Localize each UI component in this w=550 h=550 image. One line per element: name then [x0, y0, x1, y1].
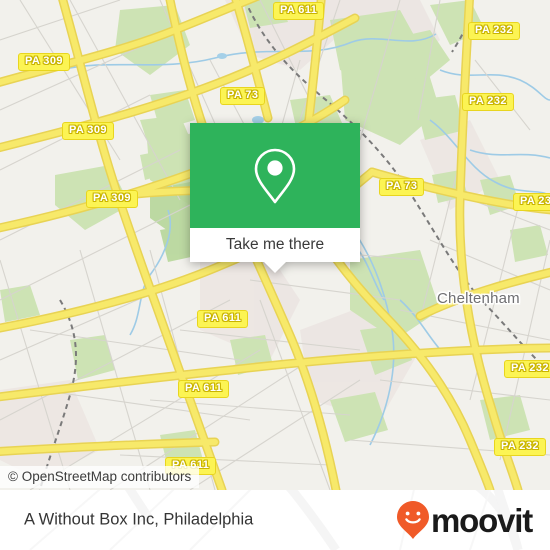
road-shield: PA 309 — [62, 122, 114, 140]
map-canvas[interactable]: PA 309 PA 309 PA 309 PA 73 PA 73 PA 611 … — [0, 0, 550, 490]
road-shield: PA 611 — [273, 2, 325, 20]
moovit-wordmark: moovit — [431, 501, 533, 539]
road-shield: PA 232 — [462, 93, 514, 111]
location-popup[interactable]: Take me there — [190, 123, 360, 273]
road-shield: PA 232 — [468, 22, 520, 40]
road-shield: PA 309 — [18, 53, 70, 71]
moovit-logo[interactable]: moovit — [396, 500, 533, 540]
take-me-there-button[interactable]: Take me there — [190, 228, 360, 262]
road-shield: PA 232 — [513, 193, 550, 211]
road-shield: PA 232 — [494, 438, 546, 456]
popup-pointer — [264, 262, 286, 273]
road-shield: PA 309 — [86, 190, 138, 208]
road-shield: PA 73 — [379, 178, 425, 196]
road-shield: PA 611 — [197, 310, 249, 328]
road-shield: PA 611 — [178, 380, 230, 398]
take-me-there-label: Take me there — [225, 236, 325, 253]
page-title: A Without Box Inc, Philadelphia — [24, 510, 254, 529]
smiling-pin-icon — [397, 501, 430, 539]
moovit-map-screen: PA 309 PA 309 PA 309 PA 73 PA 73 PA 611 … — [0, 0, 550, 550]
footer-bar: A Without Box Inc, Philadelphia moovit — [0, 490, 550, 550]
map-pin-icon — [254, 148, 296, 203]
popup-icon-area — [190, 123, 360, 228]
road-shield: PA 73 — [220, 87, 266, 105]
road-shield: PA 232 — [504, 360, 550, 378]
place-label-cheltenham: Cheltenham — [437, 290, 520, 307]
osm-attribution[interactable]: © OpenStreetMap contributors — [0, 466, 200, 488]
